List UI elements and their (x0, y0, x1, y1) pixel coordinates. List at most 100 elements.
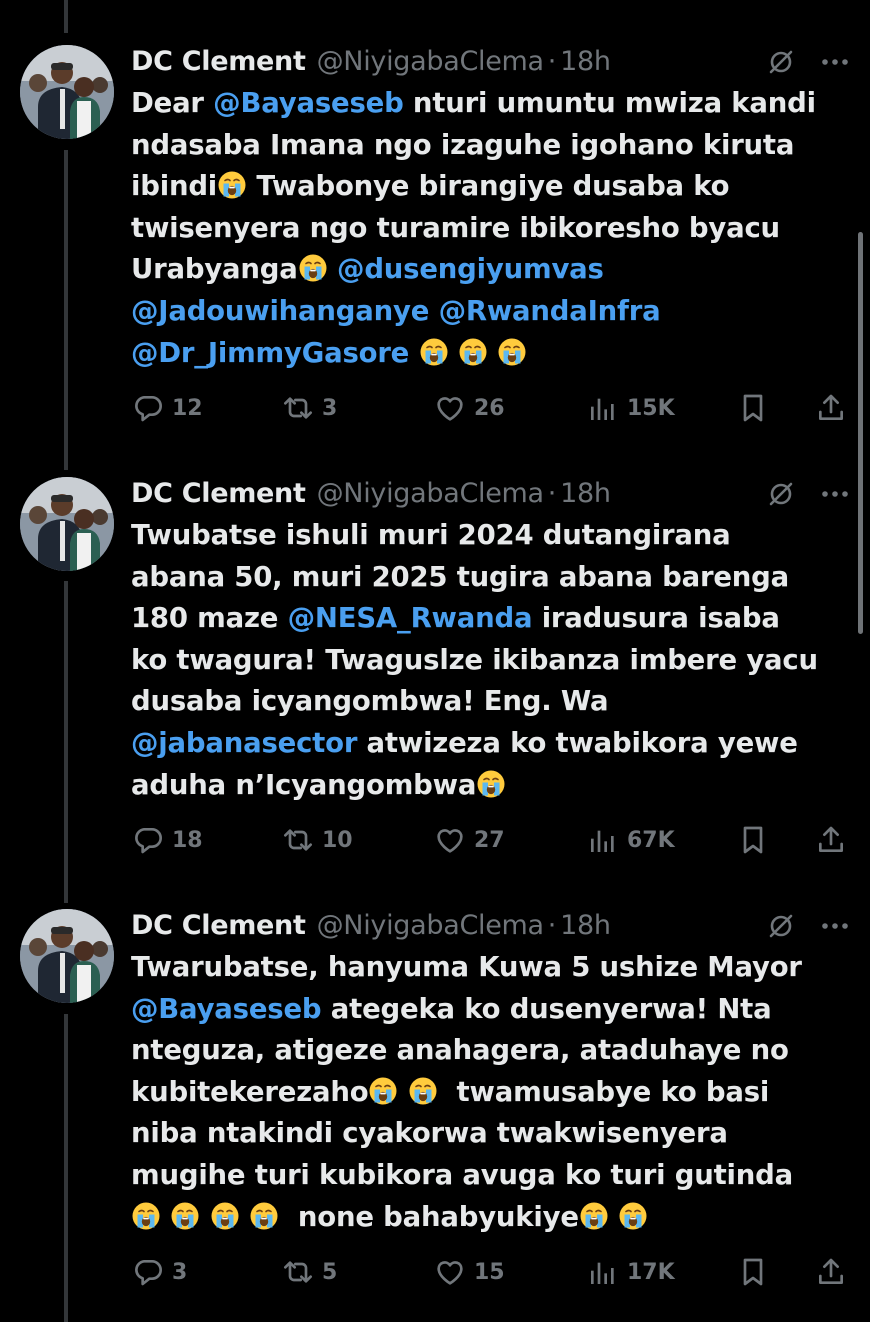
views-count: 67K (627, 827, 675, 853)
views-icon (587, 824, 619, 856)
reply-count: 18 (172, 827, 203, 853)
timestamp[interactable]: 18h (560, 910, 611, 941)
loudly-crying-face-icon (368, 1076, 398, 1106)
like-button[interactable]: 27 (434, 818, 505, 862)
bookmark-button[interactable] (737, 1250, 769, 1294)
text-segment: Urabyanga (131, 253, 298, 286)
mention-link[interactable]: @Bayaseseb (131, 993, 322, 1025)
loudly-crying-face-icon (408, 1076, 438, 1106)
author-handle[interactable]: @NiyigabaClema (317, 46, 544, 77)
repost-icon (282, 824, 314, 856)
author-handle[interactable]: @NiyigabaClema (317, 478, 544, 509)
reply-icon (132, 1256, 164, 1288)
like-button[interactable]: 15 (434, 1250, 505, 1294)
separator-dot: · (547, 477, 557, 509)
tweet[interactable]: DC Clement @NiyigabaClema · 18h Dear @Bayase… (0, 5, 870, 437)
repost-count: 3 (322, 395, 338, 421)
action-bar: 18 10 27 67K (0, 818, 870, 862)
tweet[interactable]: DC Clement @NiyigabaClema · 18h Twubatse ish… (0, 437, 870, 869)
reply-button[interactable]: 12 (132, 386, 203, 430)
text-segment: ko twagura! Twaguslze ikibanza imbere ya… (131, 643, 818, 676)
bookmark-button[interactable] (737, 818, 769, 862)
loudly-crying-face-icon (476, 769, 506, 799)
scrollbar[interactable] (858, 232, 863, 634)
mention-link[interactable]: @Bayaseseb (213, 87, 404, 119)
more-options-icon[interactable] (818, 47, 852, 77)
reply-count: 3 (172, 1259, 188, 1285)
grok-icon[interactable] (766, 479, 796, 509)
views-button[interactable]: 17K (587, 1250, 675, 1294)
author-name[interactable]: DC Clement (131, 46, 306, 77)
tweet-text-line: abana 50, muri 2025 tugira abana barenga (131, 557, 851, 599)
more-options-icon[interactable] (818, 911, 852, 941)
grok-icon[interactable] (766, 911, 796, 941)
like-icon (434, 392, 466, 424)
mention-link[interactable]: @jabanasector (131, 727, 357, 759)
text-segment: none bahabyukiye (279, 1200, 579, 1233)
views-button[interactable]: 15K (587, 386, 675, 430)
mention-link[interactable]: @Jadouwihanganye (131, 295, 429, 327)
share-button[interactable] (815, 386, 847, 430)
views-icon (587, 1256, 619, 1288)
loudly-crying-face-icon (458, 337, 488, 367)
views-icon (587, 392, 619, 424)
bookmark-icon (737, 1256, 769, 1288)
text-segment (161, 1201, 170, 1233)
avatar[interactable] (20, 45, 114, 139)
views-button[interactable]: 67K (587, 818, 675, 862)
reply-button[interactable]: 18 (132, 818, 203, 862)
share-button[interactable] (815, 1250, 847, 1294)
like-button[interactable]: 26 (434, 386, 505, 430)
action-bar: 3 5 15 17K (0, 1250, 870, 1294)
tweet-text-line: niba ntakindi cyakorwa twakwisenyera (131, 1113, 851, 1155)
bookmark-icon (737, 824, 769, 856)
text-segment (409, 337, 418, 369)
timestamp[interactable]: 18h (560, 46, 611, 77)
loudly-crying-face-icon (217, 170, 247, 200)
avatar[interactable] (20, 909, 114, 1003)
tweet-text-line: Urabyanga @dusengiyumvas (131, 249, 851, 291)
tweet-text: Dear @Bayaseseb nturi umuntu mwiza kandi… (131, 83, 851, 374)
loudly-crying-face-icon (298, 253, 328, 283)
text-segment (200, 1201, 209, 1233)
author-name[interactable]: DC Clement (131, 910, 306, 941)
repost-button[interactable]: 3 (282, 386, 337, 430)
mention-link[interactable]: @dusengiyumvas (337, 253, 604, 285)
text-segment (449, 337, 458, 369)
grok-icon[interactable] (766, 47, 796, 77)
repost-button[interactable]: 10 (282, 818, 353, 862)
text-segment (328, 253, 337, 285)
repost-button[interactable]: 5 (282, 1250, 337, 1294)
avatar[interactable] (20, 477, 114, 571)
text-segment: iradusura isaba (532, 602, 780, 635)
more-options-icon[interactable] (818, 479, 852, 509)
tweet-text-line: twisenyera ngo turamire ibikoresho byacu (131, 208, 851, 250)
loudly-crying-face-icon (497, 337, 527, 367)
bookmark-button[interactable] (737, 386, 769, 430)
share-button[interactable] (815, 818, 847, 862)
tweet-text: Twarubatse, hanyuma Kuwa 5 ushize Mayor @… (131, 947, 851, 1238)
tweet-text-line: @Bayaseseb ategeka ko dusenyerwa! Nta (131, 989, 851, 1031)
text-segment: atwizeza ko twabikora yewe (357, 726, 798, 759)
text-segment: aduha n’Icyangombwa (131, 768, 477, 801)
author-name[interactable]: DC Clement (131, 478, 306, 509)
tweet[interactable]: DC Clement @NiyigabaClema · 18h Twarubatse, … (0, 869, 870, 1301)
tweet-text-line: nteguza, atigeze anahagera, ataduhaye no (131, 1030, 851, 1072)
mention-link[interactable]: @RwandaInfra (439, 295, 661, 327)
loudly-crying-face-icon (618, 1201, 648, 1231)
timestamp[interactable]: 18h (560, 478, 611, 509)
loudly-crying-face-icon (579, 1201, 609, 1231)
repost-count: 10 (322, 827, 353, 853)
loudly-crying-face-icon (210, 1201, 240, 1231)
tweet-text-line: @Jadouwihanganye @RwandaInfra (131, 291, 851, 333)
separator-dot: · (547, 909, 557, 941)
mention-link[interactable]: @NESA_Rwanda (288, 602, 533, 634)
share-icon (815, 1256, 847, 1288)
mention-link[interactable]: @Dr_JimmyGasore (131, 337, 409, 369)
text-segment: niba ntakindi cyakorwa twakwisenyera (131, 1117, 728, 1150)
text-segment: Twabonye birangiye dusaba ko (247, 170, 730, 203)
repost-icon (282, 1256, 314, 1288)
author-handle[interactable]: @NiyigabaClema (317, 910, 544, 941)
reply-button[interactable]: 3 (132, 1250, 187, 1294)
tweet-text-line: ko twagura! Twaguslze ikibanza imbere ya… (131, 640, 851, 682)
